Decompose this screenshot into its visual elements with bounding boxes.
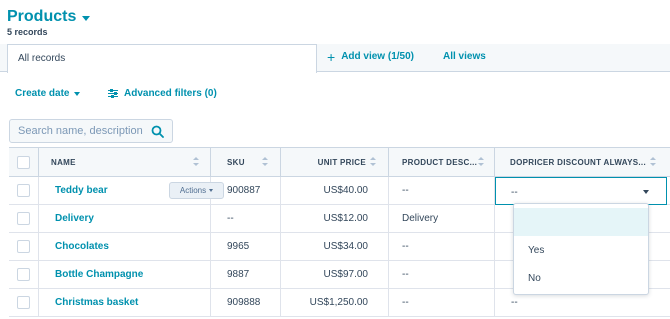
name-cell: Bottle Champagne (39, 261, 211, 288)
advanced-filters-button[interactable]: Advanced filters (0) (108, 88, 217, 99)
product-name-link[interactable]: Bottle Champagne (55, 269, 143, 280)
row-checkbox[interactable] (17, 212, 30, 225)
search-box (9, 119, 173, 143)
select-all-checkbox[interactable] (17, 155, 30, 169)
add-view-button[interactable]: + Add view (1/50) (327, 48, 414, 65)
sort-icon[interactable] (193, 157, 199, 167)
row-select-cell (9, 289, 39, 316)
price-cell: US$34.00 (281, 233, 389, 260)
advanced-filters-label: Advanced filters (0) (124, 88, 217, 99)
tab-all-records[interactable]: All records (7, 44, 317, 73)
sort-icon[interactable] (478, 157, 484, 167)
column-header-name[interactable]: NAME (39, 148, 211, 176)
row-checkbox[interactable] (17, 184, 30, 197)
chevron-down-icon[interactable] (643, 190, 649, 194)
view-tabs: All records + Add view (1/50) All views (0, 44, 670, 73)
price-cell: US$12.00 (281, 205, 389, 232)
row-select-cell (9, 261, 39, 288)
option-empty[interactable] (514, 208, 648, 236)
description-cell: -- (389, 177, 495, 204)
sku-cell: 9887 (211, 261, 281, 288)
column-header-sku[interactable]: SKU (211, 148, 281, 176)
row-checkbox[interactable] (17, 240, 30, 253)
sku-cell: 909888 (211, 289, 281, 316)
column-header-product-desc[interactable]: PRODUCT DESC... (389, 148, 495, 176)
discount-select-value: -- (511, 187, 518, 198)
description-cell: -- (389, 261, 495, 288)
sort-icon[interactable] (650, 157, 656, 167)
row-select-cell (9, 177, 39, 204)
create-date-filter[interactable]: Create date (15, 88, 81, 99)
name-cell: Teddy bear Actions (39, 177, 224, 204)
price-cell: US$97.00 (281, 261, 389, 288)
product-name-link[interactable]: Teddy bear (55, 185, 108, 196)
select-all-cell (9, 148, 39, 176)
plus-icon: + (327, 48, 336, 65)
row-checkbox[interactable] (17, 296, 30, 309)
row-select-cell (9, 233, 39, 260)
option-no[interactable]: No (514, 264, 648, 292)
sort-icon[interactable] (370, 157, 376, 167)
page-title-selector[interactable]: Products (7, 8, 91, 26)
description-cell: Delivery (389, 205, 495, 232)
filter-sliders-icon (108, 89, 118, 98)
sku-cell: -- (211, 205, 281, 232)
sku-cell: 900887 (211, 177, 281, 204)
name-cell: Delivery (39, 205, 211, 232)
discount-options-menu: Yes No (513, 203, 649, 295)
record-count: 5 records (7, 27, 48, 37)
description-cell: -- (389, 233, 495, 260)
chevron-down-icon (74, 91, 81, 96)
column-header-unit-price[interactable]: UNIT PRICE (281, 148, 389, 176)
search-input[interactable] (10, 120, 144, 142)
discount-select[interactable]: -- (495, 177, 667, 205)
option-yes[interactable]: Yes (514, 236, 648, 264)
name-cell: Chocolates (39, 233, 211, 260)
product-name-link[interactable]: Delivery (55, 213, 94, 224)
chevron-down-icon[interactable] (82, 15, 91, 21)
search-icon[interactable] (151, 125, 164, 138)
row-checkbox[interactable] (17, 268, 30, 281)
all-views-link[interactable]: All views (443, 51, 486, 62)
product-name-link[interactable]: Chocolates (55, 241, 109, 252)
create-date-label: Create date (15, 88, 70, 99)
column-header-dopricer-discount[interactable]: DOPRICER DISCOUNT ALWAYS... (495, 148, 670, 176)
sort-icon[interactable] (262, 157, 268, 167)
row-select-cell (9, 205, 39, 232)
product-name-link[interactable]: Christmas basket (55, 297, 138, 308)
sku-cell: 9965 (211, 233, 281, 260)
price-cell: US$40.00 (281, 177, 389, 204)
description-cell: -- (389, 289, 495, 316)
price-cell: US$1,250.00 (281, 289, 389, 316)
add-view-label: Add view (1/50) (341, 51, 414, 62)
name-cell: Christmas basket (39, 289, 211, 316)
table-header: NAME SKU UNIT PRICE PRODUCT DESC... DOPR… (9, 147, 670, 177)
page-title[interactable]: Products (7, 8, 76, 26)
